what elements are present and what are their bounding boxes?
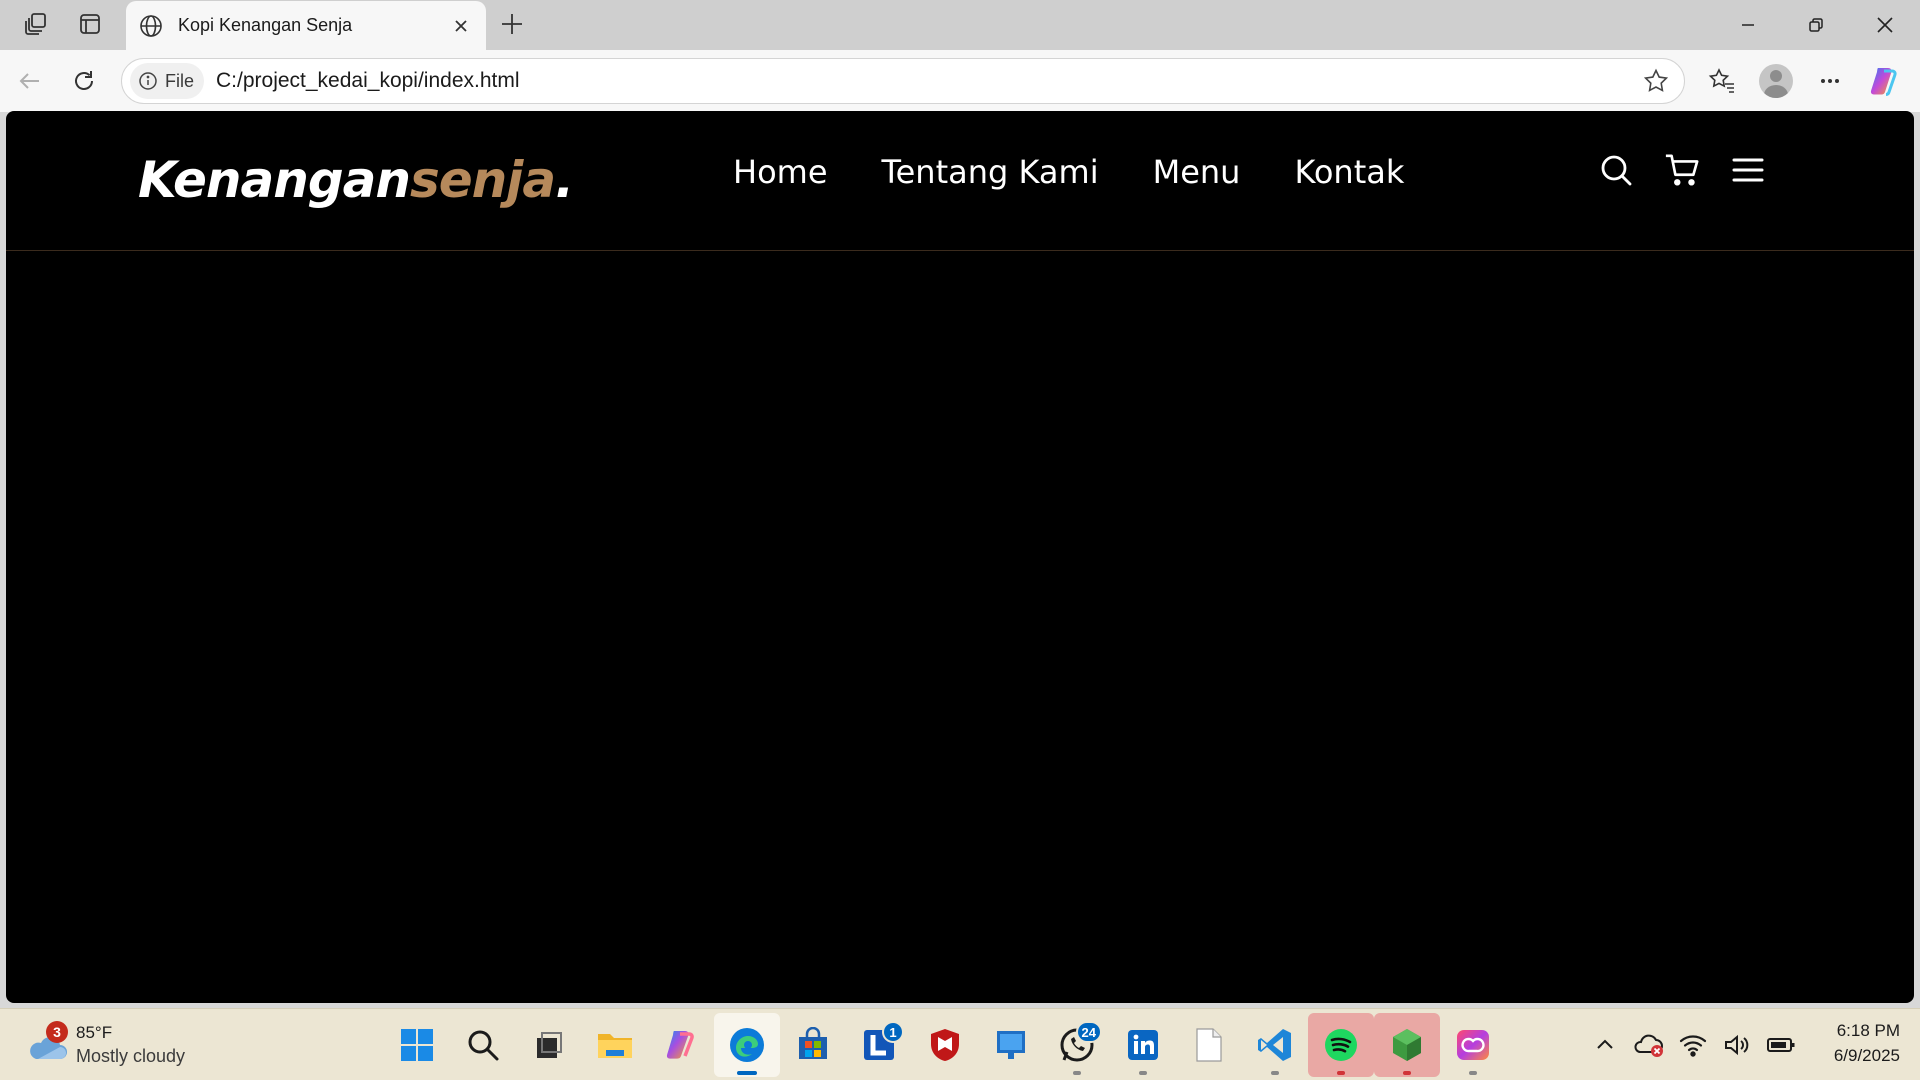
weather-widget[interactable]: 3 85°F Mostly cloudy: [26, 1017, 226, 1073]
taskbar-apps: 1 24: [384, 1013, 1506, 1077]
page-viewport: Kenangansenja. Home Tentang Kami Menu Ko…: [6, 111, 1914, 1003]
weather-temperature: 85°F: [76, 1023, 113, 1042]
url-text[interactable]: C:/project_kedai_kopi/index.html: [216, 69, 1636, 93]
vscode-icon[interactable]: [1242, 1013, 1308, 1077]
whatsapp-icon[interactable]: 24: [1044, 1013, 1110, 1077]
shopping-cart-icon[interactable]: [1664, 152, 1700, 188]
address-toolbar: File C:/project_kedai_kopi/index.html: [0, 50, 1920, 112]
whatsapp-badge: 24: [1075, 1021, 1102, 1043]
file-explorer-icon[interactable]: [582, 1013, 648, 1077]
globe-icon: [136, 11, 166, 41]
avatar-icon: [1759, 64, 1793, 98]
green-cube-app-icon[interactable]: [1374, 1013, 1440, 1077]
logo-dot: .: [555, 151, 574, 209]
taskbar: 3 85°F Mostly cloudy 1 24 6:18 PM 6/9/20…: [0, 1008, 1920, 1080]
nav-link-menu[interactable]: Menu: [1153, 153, 1241, 191]
cloudy-weather-icon: 3: [26, 1021, 70, 1065]
info-icon: [139, 72, 157, 90]
vscode-running-indicator: [1271, 1071, 1279, 1075]
system-tray: [1590, 1023, 1796, 1067]
close-window-icon[interactable]: [1855, 4, 1915, 46]
edge-browser-icon[interactable]: [714, 1013, 780, 1077]
launcher-badge: 1: [882, 1021, 904, 1043]
blue-app-icon[interactable]: [978, 1013, 1044, 1077]
site-nav-links: Home Tentang Kami Menu Kontak: [733, 153, 1404, 191]
weather-condition: Mostly cloudy: [76, 1046, 186, 1066]
restore-icon[interactable]: [1786, 4, 1846, 46]
more-options-icon[interactable]: [1809, 61, 1851, 101]
taskbar-search-icon[interactable]: [450, 1013, 516, 1077]
search-icon[interactable]: [1598, 152, 1634, 188]
chevron-up-icon[interactable]: [1590, 1030, 1620, 1060]
blank-document-icon[interactable]: [1176, 1013, 1242, 1077]
creative-cloud-icon[interactable]: [1440, 1013, 1506, 1077]
tab-title: Kopi Kenangan Senja: [178, 15, 353, 35]
favorite-star-icon[interactable]: [1636, 61, 1676, 101]
battery-icon[interactable]: [1766, 1030, 1796, 1060]
nav-link-kontak[interactable]: Kontak: [1294, 153, 1404, 191]
weather-badge: 3: [46, 1021, 68, 1043]
workspaces-icon[interactable]: [16, 4, 56, 44]
profile-avatar[interactable]: [1755, 61, 1797, 101]
site-logo[interactable]: Kenangansenja.: [138, 151, 574, 209]
copilot-icon[interactable]: [1864, 61, 1906, 101]
wifi-icon[interactable]: [1678, 1030, 1708, 1060]
spotify-icon[interactable]: [1308, 1013, 1374, 1077]
whatsapp-running-indicator: [1073, 1071, 1081, 1075]
nav-link-home[interactable]: Home: [733, 153, 828, 191]
clock-time: 6:18 PM: [1836, 1021, 1900, 1040]
mcafee-icon[interactable]: [912, 1013, 978, 1077]
address-bar[interactable]: File C:/project_kedai_kopi/index.html: [121, 58, 1685, 104]
minimize-icon[interactable]: [1718, 4, 1778, 46]
launcher-l-icon[interactable]: 1: [846, 1013, 912, 1077]
site-info-button[interactable]: File: [130, 63, 205, 99]
back-arrow-icon[interactable]: [10, 61, 50, 101]
active-tab[interactable]: Kopi Kenangan Senja: [126, 1, 486, 50]
task-view-icon[interactable]: [516, 1013, 582, 1077]
new-tab-icon[interactable]: [492, 4, 532, 44]
microsoft-store-icon[interactable]: [780, 1013, 846, 1077]
logo-accent-text: senja: [409, 151, 556, 209]
cloud-error-icon[interactable]: [1634, 1030, 1664, 1060]
favorites-icon[interactable]: [1701, 61, 1743, 101]
edge-active-indicator: [737, 1071, 757, 1075]
vertical-tabs-icon[interactable]: [70, 4, 110, 44]
close-tab-icon[interactable]: [448, 13, 474, 39]
linkedin-icon[interactable]: [1110, 1013, 1176, 1077]
creative-cloud-running-indicator: [1469, 1071, 1477, 1075]
green-app-running-indicator: [1403, 1071, 1411, 1075]
site-nav-icons: [1598, 152, 1766, 188]
taskbar-clock[interactable]: 6:18 PM 6/9/2025: [1800, 1021, 1900, 1066]
volume-icon[interactable]: [1722, 1030, 1752, 1060]
windows-start-icon[interactable]: [384, 1013, 450, 1077]
browser-tab-bar: Kopi Kenangan Senja: [0, 0, 1920, 50]
logo-main-text: Kenangan: [138, 151, 411, 209]
site-navbar: Kenangansenja. Home Tentang Kami Menu Ko…: [6, 111, 1914, 251]
spotify-running-indicator: [1337, 1071, 1345, 1075]
clock-date: 6/9/2025: [1833, 1046, 1900, 1065]
scheme-label: File: [165, 70, 195, 91]
nav-link-tentang-kami[interactable]: Tentang Kami: [882, 153, 1099, 191]
hamburger-menu-icon[interactable]: [1730, 152, 1766, 188]
copilot-app-icon[interactable]: [648, 1013, 714, 1077]
refresh-icon[interactable]: [64, 61, 104, 101]
linkedin-running-indicator: [1139, 1071, 1147, 1075]
